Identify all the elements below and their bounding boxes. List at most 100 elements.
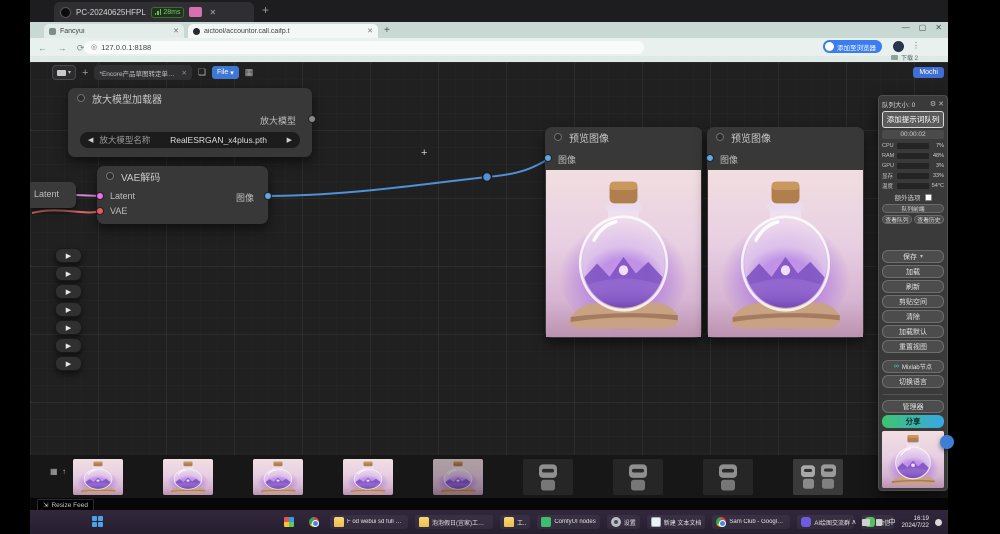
tray-chevron-icon[interactable]: ∧ [851,518,856,526]
grid-view-icon[interactable]: ▦ [245,67,254,78]
forward-icon[interactable]: → [57,43,66,53]
load-button[interactable]: 加载 [882,265,944,278]
collapsed-node-stub[interactable]: ▶ [55,284,82,299]
node-preview-image-2[interactable]: 预览图像 图像 [707,127,864,338]
collapsed-node-stub[interactable]: ▶ [55,302,82,317]
switch-language-button[interactable]: 切换语言 [882,375,944,388]
save-workflow-icon[interactable]: ❏ [198,67,206,78]
window-close-button[interactable]: ✕ [935,23,942,32]
feed-settings-icon[interactable]: ▦ [50,467,58,476]
file-menu-button[interactable]: File ▾ [212,66,239,79]
browser-new-tab-button[interactable]: + [384,25,390,36]
last-generated-thumbnail[interactable] [882,431,944,488]
load-default-button[interactable]: 加载默认 [882,325,944,338]
panel-drag-handle[interactable] [940,435,954,449]
back-icon[interactable]: ← [38,43,47,53]
gear-icon[interactable]: ⚙ [930,100,936,108]
feed-thumbnail[interactable] [253,459,303,495]
save-button[interactable]: 保存 ▾ [882,250,944,263]
collapse-dot-icon[interactable] [77,94,85,102]
view-history-button[interactable]: 查看历史 [914,215,944,224]
workflows-folder-button[interactable]: ▾ [52,65,76,80]
node-preview-image-1[interactable]: 预览图像 图像 [545,127,702,338]
feed-up-icon[interactable]: ↑ [62,467,66,476]
collapsed-node-stub[interactable]: ▶ [55,266,82,281]
workflow-tab[interactable]: *Encore产品草图转定单图… ✕ [94,65,191,80]
model-name-widget[interactable]: ◀ 放大模型名称 RealESRGAN_x4plus.pth ▶ [80,132,300,148]
feed-thumbnail[interactable] [73,459,123,495]
prev-arrow-icon[interactable]: ◀ [88,136,93,144]
reset-view-button[interactable]: 重置视图 [882,340,944,353]
taskbar-settings[interactable]: 设置 [607,515,640,529]
extra-options-checkbox[interactable] [925,194,932,201]
manager-button[interactable]: 管理器 [882,400,944,413]
image-output-port[interactable] [264,192,272,200]
view-queue-button[interactable]: 查看队列 [882,215,912,224]
workflow-tab-close-icon[interactable]: ✕ [181,69,186,77]
refresh-button[interactable]: 刷新 [882,280,944,293]
queue-prompt-button[interactable]: 添加提示词队列 [882,111,944,128]
vae-input-port[interactable] [96,207,104,215]
feed-thumbnail[interactable] [163,459,213,495]
address-bar[interactable]: ◎ 127.0.0.1:8188 [84,41,644,54]
profile-avatar[interactable] [893,41,904,52]
image-input-port[interactable] [706,154,714,162]
latent-input-port[interactable] [96,192,104,200]
window-maximize-button[interactable]: ▢ [919,23,927,32]
display-icon[interactable] [862,519,870,526]
taskbar-folder-window[interactable]: 泡泡假日(宜家)工作流 [415,515,493,529]
mixlab-nodes-button[interactable]: ∞ Mixlab节点 [882,360,944,373]
collapse-dot-icon[interactable] [716,133,724,141]
taskbar-chrome[interactable] [305,515,323,529]
taskbar-app-window[interactable]: ComfyUI nodes [537,515,599,529]
notification-icon[interactable] [935,519,942,526]
offscreen-node-edge[interactable]: Latent [30,182,76,208]
taskbar-clock[interactable]: 16:19 2024/7/22 [901,515,929,529]
taskbar-chat-app[interactable]: AI绘图交流群 [797,515,854,529]
image-input-port[interactable] [544,154,552,162]
ime-indicator[interactable]: 中 [888,517,895,527]
collapse-dot-icon[interactable] [106,172,114,180]
queue-front-button[interactable]: 队列前端 [882,204,944,213]
close-icon[interactable]: ✕ [938,100,944,108]
tab2-close-icon[interactable]: ✕ [367,27,373,35]
taskbar-notepad[interactable]: 新建 文本文档 [647,515,706,529]
node-vae-decode[interactable]: VAE解码 Latent VAE 图像 [97,166,268,224]
new-session-button[interactable]: + [262,3,269,17]
collapsed-node-stub[interactable]: ▶ [55,338,82,353]
start-button[interactable] [92,516,104,528]
taskbar-folder-window[interactable]: F od webui sd full web... [330,515,408,529]
node-upscale-model-loader[interactable]: 放大模型加载器 放大模型 ◀ 放大模型名称 RealESRGAN_x4plus.… [68,88,312,157]
bookmark-item[interactable]: 下载 2 [891,53,918,62]
feed-thumbnail[interactable] [613,459,663,495]
mochi-button[interactable]: Mochi [913,67,944,78]
window-minimize-button[interactable]: — [902,23,910,32]
browser-tab-2-active[interactable]: aictool/accountor.call.caifp.t ✕ [188,24,378,38]
taskbar-chrome-window[interactable]: Sam Club - Google Chro... [712,515,790,529]
feed-thumbnail[interactable] [703,459,753,495]
taskbar-folder-window[interactable]: 工.. [500,515,530,529]
clipspace-button[interactable]: 剪贴空间 [882,295,944,308]
browser-menu-icon[interactable]: ⋮ [912,41,920,50]
tab1-close-icon[interactable]: ✕ [173,27,179,35]
session-close-icon[interactable]: ✕ [209,8,216,17]
upscale-model-output-port[interactable] [308,115,316,123]
feed-thumbnail[interactable] [793,459,843,495]
comfyui-canvas[interactable]: ▾ + *Encore产品草图转定单图… ✕ ❏ File ▾ ▦ Mochi … [30,62,948,455]
browser-tab-1[interactable]: Fancyui ✕ [44,24,184,38]
feed-thumbnail[interactable] [433,459,483,495]
volume-icon[interactable] [876,519,882,526]
clear-button[interactable]: 清除 [882,310,944,323]
site-info-icon[interactable]: ◎ [91,43,97,51]
next-arrow-icon[interactable]: ▶ [287,136,292,144]
remote-session-tab[interactable]: PC-20240625HFPL 28ms ✕ [54,2,254,22]
collapsed-node-stub[interactable]: ▶ [55,356,82,371]
new-workflow-button[interactable]: + [82,67,88,79]
feed-thumbnail[interactable] [523,459,573,495]
browser-extension-button[interactable]: 添加至浏览器 [823,40,882,53]
share-button[interactable]: 分享 [882,415,944,428]
collapse-dot-icon[interactable] [554,133,562,141]
extra-options-row[interactable]: 额外选项 [882,192,944,202]
collapsed-node-stub[interactable]: ▶ [55,248,82,263]
collapsed-node-stub[interactable]: ▶ [55,320,82,335]
